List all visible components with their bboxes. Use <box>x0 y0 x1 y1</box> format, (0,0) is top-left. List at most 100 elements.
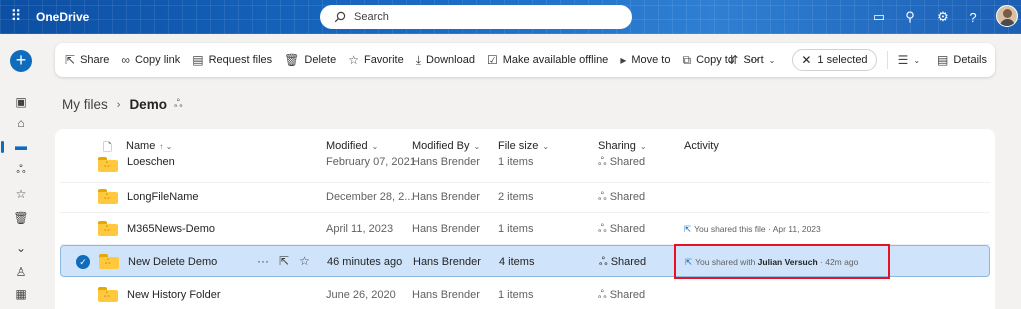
calendar-icon[interactable]: ▦ <box>12 285 30 303</box>
share-icon[interactable]: ⇱ <box>279 254 289 268</box>
favorites-icon[interactable]: ☆ <box>12 185 30 203</box>
move-to-button[interactable]: ▸ Move to <box>620 53 670 67</box>
favorite-button[interactable]: ☆ Favorite <box>348 53 404 67</box>
star-icon[interactable]: ☆ <box>299 254 310 268</box>
modified-by: Hans Brender <box>412 223 480 235</box>
share-button[interactable]: ⇱ Share <box>65 53 109 67</box>
file-name[interactable]: LongFileName <box>127 191 199 203</box>
house-icon[interactable]: ⌂ <box>12 114 30 132</box>
avatar[interactable] <box>996 5 1018 27</box>
sort-button[interactable]: ⇵ Sort ⌄ <box>728 53 780 67</box>
download-button[interactable]: ⤓ Download <box>416 53 475 68</box>
copy-link-button[interactable]: ∞ Copy link <box>121 53 180 67</box>
column-file-size[interactable]: File size ⌄ <box>498 140 549 152</box>
modified-date: 46 minutes ago <box>327 256 403 268</box>
more-icon[interactable]: ··· <box>257 254 269 268</box>
command-bar: ⇱ Share ∞ Copy link ▤ Request files 🗑 Delete… <box>55 43 995 77</box>
column-modified-by[interactable]: Modified By ⌄ <box>412 140 480 152</box>
file-name[interactable]: Loeschen <box>127 156 175 168</box>
folder-icon: ஃ <box>98 189 118 204</box>
file-name[interactable]: New History Folder <box>127 289 221 301</box>
file-size: 2 items <box>498 191 534 203</box>
make-offline-button[interactable]: ☑ Make available offline <box>487 53 608 67</box>
top-bar: ⠿ OneDrive Search ▭ ⚲ ⚙ ? <box>0 0 1021 34</box>
settings-icon[interactable]: ⚙ <box>933 7 953 27</box>
modified-by: Hans Brender <box>412 289 480 301</box>
move-icon: ▸ <box>620 53 627 67</box>
column-modified[interactable]: Modified ⌄ <box>326 140 378 152</box>
link-icon: ∞ <box>121 53 130 67</box>
column-sharing[interactable]: Sharing ⌄ <box>598 140 647 152</box>
folder-icon: ஃ <box>98 221 118 236</box>
app-title[interactable]: OneDrive <box>36 10 89 24</box>
modified-date: February 07, 2021 <box>326 156 416 168</box>
breadcrumb: My files › Demo ஃ <box>62 97 183 112</box>
app-icon[interactable]: ▭ <box>869 7 889 27</box>
file-size: 1 items <box>498 289 534 301</box>
sharing-status: ஃ Shared <box>598 289 646 301</box>
column-name[interactable]: Name ↑ ⌄ <box>126 140 172 152</box>
people-icon: ஃ <box>598 191 610 203</box>
sharing-status: ஃ Shared <box>598 191 646 203</box>
folder-icon: ஃ <box>98 157 118 172</box>
delete-button[interactable]: 🗑 Delete <box>284 53 336 67</box>
people-icon[interactable]: ♙ <box>12 263 30 281</box>
details-button[interactable]: ▤ Details <box>937 53 987 67</box>
modified-by: Hans Brender <box>412 156 480 168</box>
file-name[interactable]: M365News-Demo <box>127 223 215 235</box>
home-icon[interactable]: ▣ <box>12 93 30 111</box>
table-row[interactable]: ஃ LongFileName December 28, 2... Hans Br… <box>60 181 990 213</box>
copy-icon: ⧉ <box>682 52 692 67</box>
close-icon[interactable]: ✕ <box>801 53 811 67</box>
table-row[interactable]: ஃ Loeschen February 07, 2021 Hans Brende… <box>60 153 990 183</box>
row-actions: ··· ⇱ ☆ <box>257 254 310 268</box>
sharing-status: ஃ Shared <box>598 156 646 168</box>
activity-text: ⇱ You shared this file · Apr 11, 2023 <box>684 224 821 234</box>
modified-date: June 26, 2020 <box>326 289 396 301</box>
app-launcher-icon[interactable]: ⠿ <box>6 7 26 27</box>
view-options-button[interactable]: ☰ ⌄ <box>898 53 925 67</box>
modified-date: December 28, 2... <box>326 191 414 203</box>
copy-to-button[interactable]: ⧉ Copy to <box>682 53 734 68</box>
chevron-right-icon: › <box>116 98 121 111</box>
breadcrumb-root[interactable]: My files <box>62 97 108 112</box>
table-row[interactable]: ஃ New History Folder June 26, 2020 Hans … <box>60 279 990 309</box>
people-icon: ஃ <box>598 223 610 235</box>
people-icon: ஃ <box>598 289 610 301</box>
checkmark-icon[interactable]: ✓ <box>76 255 90 269</box>
search-placeholder: Search <box>354 11 389 23</box>
divider <box>886 51 888 69</box>
chevron-down-icon: ⌄ <box>913 55 921 65</box>
active-indicator <box>1 141 4 153</box>
sharing-status: ஃ Shared <box>598 223 646 235</box>
star-icon: ☆ <box>348 53 359 67</box>
chevron-down-icon: ⌄ <box>371 142 379 151</box>
shared-icon[interactable]: ஃ <box>12 161 30 179</box>
my-files-icon[interactable]: ▬ <box>12 137 30 155</box>
chevron-down-icon: ⌄ <box>542 142 550 151</box>
recycle-bin-icon[interactable]: 🗑 <box>12 209 30 227</box>
search-input[interactable]: Search <box>320 5 632 29</box>
chevron-down-icon: ⌄ <box>768 55 776 65</box>
details-icon: ▤ <box>937 53 949 67</box>
selection-pill[interactable]: ✕ 1 selected <box>792 49 877 71</box>
column-activity: Activity <box>684 140 719 152</box>
breadcrumb-current: Demo <box>129 97 167 112</box>
chevron-down-icon[interactable]: ⌄ <box>12 239 30 257</box>
help-icon[interactable]: ? <box>963 7 983 27</box>
command-bar-right: ⇵ Sort ⌄ ✕ 1 selected ☰ ⌄ ▤ Details <box>728 43 987 77</box>
modified-date: April 11, 2023 <box>326 223 394 235</box>
people-icon: ஃ <box>173 97 183 110</box>
modified-by: Hans Brender <box>412 191 480 203</box>
sharing-status: ஃ Shared <box>599 256 647 268</box>
file-name[interactable]: New Delete Demo <box>128 256 217 268</box>
file-size: 1 items <box>498 156 534 168</box>
table-row[interactable]: ஃ M365News-Demo April 11, 2023 Hans Bren… <box>60 213 990 245</box>
chevron-down-icon: ⌄ <box>639 142 647 151</box>
share-icon[interactable]: ⚲ <box>900 7 920 27</box>
share-icon: ⇱ <box>65 53 76 67</box>
chevron-down-icon: ⌄ <box>473 142 481 151</box>
sort-icon: ⇵ <box>728 53 739 67</box>
request-files-button[interactable]: ▤ Request files <box>192 53 272 67</box>
create-button[interactable]: + <box>10 50 32 72</box>
